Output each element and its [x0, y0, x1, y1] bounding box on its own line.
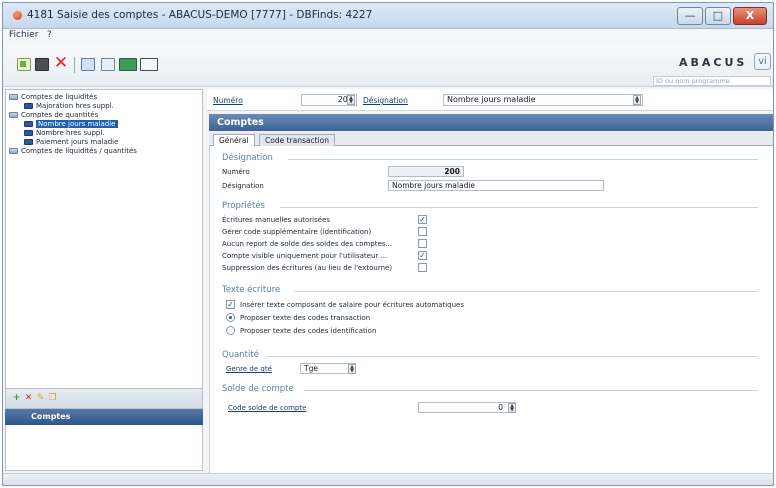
section-solde-header: Solde de compte: [222, 384, 294, 394]
radio-codes-identification-label: Proposer texte des codes identification: [240, 327, 377, 335]
folder-icon: [9, 94, 18, 100]
tree-action-bar: + ✕ ✎ ❐: [5, 389, 203, 409]
section-divider: [280, 207, 758, 208]
prop-label-code-supplementaire: Gérer code supplémentaire (identificatio…: [222, 228, 372, 236]
section-proprietes-header: Propriétés: [222, 201, 265, 211]
app-icon: [13, 11, 22, 20]
panel-title: Comptes: [209, 114, 773, 131]
status-bar: [3, 473, 773, 485]
code-solde-spinner[interactable]: ▲ ▼: [508, 403, 516, 413]
tree-node-nombre-hres-suppl[interactable]: Nombre hres suppl.: [24, 129, 105, 138]
menu-fichier[interactable]: Fichier: [9, 30, 38, 40]
tree-node-comptes-quantites[interactable]: Comptes de quantités: [9, 111, 98, 120]
form-content: Désignation Numéro 200 Désignation Nombr…: [209, 146, 773, 473]
delete-icon[interactable]: ✕: [53, 55, 69, 72]
toolbar-separator: [74, 57, 75, 73]
section-divider: [294, 291, 758, 292]
prop-label-aucun-report: Aucun report de solde des soldes des com…: [222, 240, 393, 248]
delete-icon[interactable]: ✕: [24, 394, 33, 403]
toolbar: ✕ ABACUS vi ID ou nom programme: [3, 43, 773, 87]
prop-label-ecritures-manuelles: Écritures manuelles autorisées: [222, 216, 331, 224]
checkbox-inserer-texte[interactable]: ✓: [226, 300, 235, 309]
tree-node-paiement-jours-maladie[interactable]: Paiement jours maladie: [24, 138, 118, 147]
code-solde-field[interactable]: 0: [418, 402, 516, 413]
designation-link[interactable]: Désignation: [363, 96, 408, 105]
tree-node-comptes-liquidites[interactable]: Comptes de liquidités: [9, 93, 97, 102]
add-icon[interactable]: +: [12, 394, 21, 403]
record-selector: Numéro 200 ▲ ▼ Désignation Nombre jours m…: [207, 89, 773, 111]
section-quantite-header: Quantité: [222, 350, 259, 360]
maximize-button[interactable]: □: [705, 7, 731, 25]
preview-icon[interactable]: [101, 58, 115, 71]
radio-codes-identification[interactable]: [226, 326, 235, 335]
account-icon: [24, 121, 33, 127]
title-bar[interactable]: 4181 Saisie des comptes - ABACUS-DEMO [7…: [3, 3, 773, 29]
checkbox-compte-visible[interactable]: ✓: [418, 251, 427, 260]
tree-node-nombre-jours-maladie[interactable]: Nombre jours maladie: [24, 120, 118, 129]
menu-bar: Fichier ?: [3, 29, 773, 43]
numero-field[interactable]: 200: [388, 166, 464, 177]
program-search-input[interactable]: ID ou nom programme: [653, 76, 771, 86]
abacus-logo: ABACUS: [679, 56, 748, 69]
close-button[interactable]: X: [733, 7, 767, 25]
window-title: 4181 Saisie des comptes - ABACUS-DEMO [7…: [27, 9, 373, 21]
app-window: 4181 Saisie des comptes - ABACUS-DEMO [7…: [2, 2, 774, 486]
menu-help[interactable]: ?: [47, 30, 52, 40]
export-icon[interactable]: [119, 58, 137, 71]
designation-field[interactable]: Nombre jours maladie: [388, 180, 604, 191]
account-icon: [24, 103, 33, 109]
radio-codes-transaction-label: Proposer texte des codes transaction: [240, 314, 371, 322]
tab-strip: Général Code transaction: [209, 132, 773, 147]
print-icon[interactable]: [81, 58, 95, 71]
new-record-icon[interactable]: [17, 58, 31, 71]
section-texte-ecriture-header: Texte écriture: [222, 285, 281, 295]
numero-spinner[interactable]: ▲ ▼: [347, 95, 355, 105]
tree-node-comptes-liquidites-quantites[interactable]: Comptes de liquidités / quantités: [9, 147, 137, 156]
code-solde-link[interactable]: Code solde de compte: [228, 404, 306, 412]
tree-node-majoration[interactable]: Majoration hres suppl.: [24, 102, 114, 111]
save-icon[interactable]: [35, 58, 49, 71]
genre-qte-spinner[interactable]: ▲ ▼: [348, 364, 356, 374]
prop-label-compte-visible: Compte visible uniquement pour l'utilisa…: [222, 252, 388, 260]
section-divider: [288, 159, 758, 160]
section-divider: [266, 356, 758, 357]
checkbox-code-supplementaire[interactable]: [418, 227, 427, 236]
numero-label: Numéro: [222, 168, 250, 176]
inserer-texte-label: Insérer texte composant de salaire pour …: [240, 301, 465, 309]
folder-icon: [9, 148, 18, 154]
copy-icon[interactable]: ❐: [48, 394, 57, 403]
designation-input[interactable]: Nombre jours maladie: [443, 94, 643, 106]
tab-code-transaction[interactable]: Code transaction: [259, 134, 335, 146]
radio-codes-transaction[interactable]: [226, 313, 235, 322]
checkbox-aucun-report[interactable]: [418, 239, 427, 248]
genre-qte-link[interactable]: Genre de qté: [226, 365, 272, 373]
account-icon: [24, 139, 33, 145]
edit-icon[interactable]: ✎: [36, 394, 45, 403]
minimize-button[interactable]: —: [677, 7, 703, 25]
view-icon[interactable]: [140, 58, 158, 71]
checkbox-suppression[interactable]: [418, 263, 427, 272]
abacus-vi-badge: vi: [754, 53, 771, 70]
account-icon: [24, 130, 33, 136]
account-tree: Comptes de liquidités Majoration hres su…: [5, 89, 203, 389]
side-panel-content: [5, 425, 203, 471]
prop-label-suppression: Suppression des écritures (au lieu de l'…: [222, 264, 393, 272]
designation-spinner[interactable]: ▲ ▼: [633, 95, 641, 105]
section-divider: [304, 390, 758, 391]
section-designation-header: Désignation: [222, 153, 273, 163]
numero-link[interactable]: Numéro: [213, 96, 243, 105]
checkbox-ecritures-manuelles[interactable]: ✓: [418, 215, 427, 224]
designation-label: Désignation: [222, 182, 264, 190]
program-search-placeholder: ID ou nom programme: [656, 77, 730, 85]
side-tab-comptes[interactable]: Comptes: [5, 409, 203, 425]
folder-icon: [9, 112, 18, 118]
